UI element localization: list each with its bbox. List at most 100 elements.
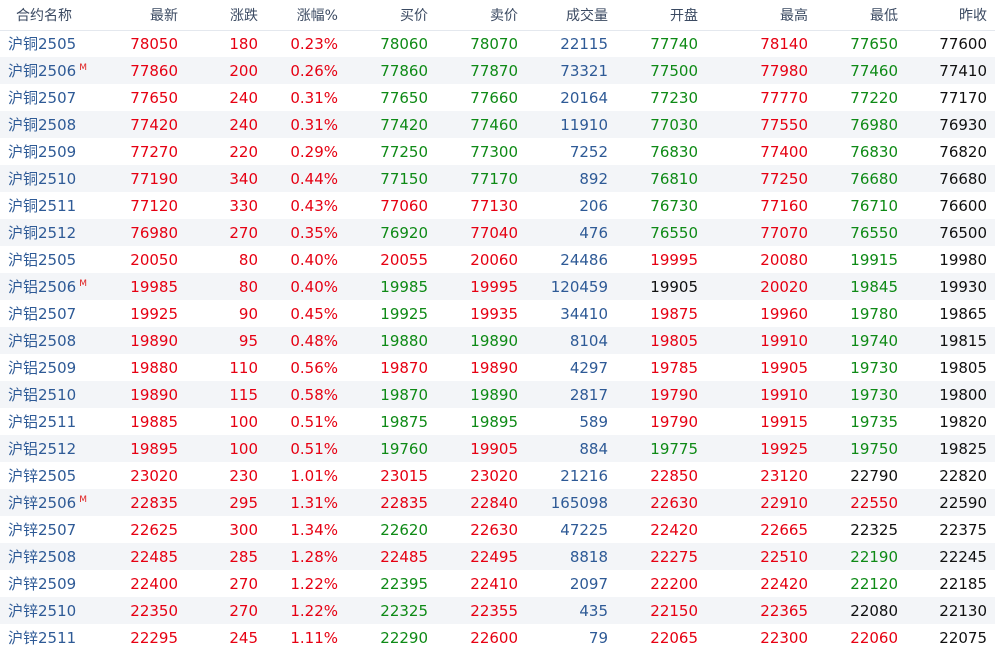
contract-name-cell[interactable]: 沪铜2511 bbox=[0, 192, 110, 219]
table-row[interactable]: 沪锌2507 22625 300 1.34% 22620 22630 47225 22420 2… bbox=[0, 516, 995, 543]
contract-name: 沪铝2511 bbox=[8, 413, 77, 431]
change-cell: 200 bbox=[186, 57, 266, 84]
ask-cell: 77660 bbox=[470, 88, 518, 107]
prev-close-cell: 22185 bbox=[939, 574, 987, 593]
table-row[interactable]: 沪铜2508 77420 240 0.31% 77420 77460 11910 77030 7… bbox=[0, 111, 995, 138]
change-cell: 180 bbox=[229, 34, 258, 53]
contract-name-cell[interactable]: 沪锌2511 bbox=[0, 624, 110, 651]
high-cell: 19910 bbox=[706, 381, 816, 408]
open-cell: 19875 bbox=[650, 304, 698, 323]
contract-name-cell[interactable]: 沪铜2509 bbox=[0, 138, 110, 165]
table-row[interactable]: 沪铝2506 M 19985 80 0.40% 19985 19995 120459 19905… bbox=[0, 273, 995, 300]
column-header-ask[interactable]: 卖价 bbox=[436, 0, 526, 31]
contract-name-cell[interactable]: 沪锌2508 bbox=[0, 543, 110, 570]
high-cell: 19905 bbox=[760, 358, 808, 377]
column-header-prev-close[interactable]: 昨收 bbox=[906, 0, 995, 31]
table-row[interactable]: 沪锌2508 22485 285 1.28% 22485 22495 8818 22275 22… bbox=[0, 543, 995, 570]
table-row[interactable]: 沪锌2505 23020 230 1.01% 23015 23020 21216 22850 2… bbox=[0, 462, 995, 489]
table-row[interactable]: 沪铝2507 19925 90 0.45% 19925 19935 34410 19875 19… bbox=[0, 300, 995, 327]
bid-cell: 76920 bbox=[346, 219, 436, 246]
table-row[interactable]: 沪铜2506 M 77860 200 0.26% 77860 77870 73321 77500… bbox=[0, 57, 995, 84]
column-header-low[interactable]: 最低 bbox=[816, 0, 906, 31]
contract-name-cell[interactable]: 沪铝2507 bbox=[0, 300, 110, 327]
table-row[interactable]: 沪铜2512 76980 270 0.35% 76920 77040 476 76550 770… bbox=[0, 219, 995, 246]
column-header-bid[interactable]: 买价 bbox=[346, 0, 436, 31]
column-header-open[interactable]: 开盘 bbox=[616, 0, 706, 31]
volume-cell: 589 bbox=[579, 412, 608, 431]
table-row[interactable]: 沪铝2512 19895 100 0.51% 19760 19905 884 19775 199… bbox=[0, 435, 995, 462]
prev-close-cell: 19825 bbox=[906, 435, 995, 462]
change-cell: 220 bbox=[229, 142, 258, 161]
contract-name-cell[interactable]: 沪铝2510 bbox=[0, 381, 110, 408]
contract-name-cell[interactable]: 沪锌2505 bbox=[0, 462, 110, 489]
contract-name-cell[interactable]: 沪铝2508 bbox=[0, 327, 110, 354]
contract-name-cell[interactable]: 沪锌2507 bbox=[0, 516, 110, 543]
contract-name-cell[interactable]: 沪锌2506 M bbox=[0, 489, 110, 516]
column-header-last[interactable]: 最新 bbox=[110, 0, 186, 31]
header-row: 合约名称 最新 涨跌 涨幅% 买价 卖价 成交量 开盘 最高 最低 昨收 bbox=[0, 0, 995, 31]
table-row[interactable]: 沪铝2505 20050 80 0.40% 20055 20060 24486 19995 20… bbox=[0, 246, 995, 273]
prev-close-cell: 76500 bbox=[906, 219, 995, 246]
change-cell: 285 bbox=[186, 543, 266, 570]
contract-name-cell[interactable]: 沪铝2512 bbox=[0, 435, 110, 462]
column-header-volume[interactable]: 成交量 bbox=[526, 0, 616, 31]
column-header-high[interactable]: 最高 bbox=[706, 0, 816, 31]
change-cell: 240 bbox=[229, 88, 258, 107]
change-cell: 115 bbox=[186, 381, 266, 408]
contract-name-cell[interactable]: 沪铝2505 bbox=[0, 246, 110, 273]
table-row[interactable]: 沪铝2509 19880 110 0.56% 19870 19890 4297 19785 19… bbox=[0, 354, 995, 381]
open-cell: 22630 bbox=[616, 489, 706, 516]
last-price-cell: 20050 bbox=[130, 250, 178, 269]
table-row[interactable]: 沪锌2509 22400 270 1.22% 22395 22410 2097 22200 22… bbox=[0, 570, 995, 597]
open-cell: 76550 bbox=[616, 219, 706, 246]
table-row[interactable]: 沪铜2505 78050 180 0.23% 78060 78070 22115 77740 7… bbox=[0, 30, 995, 57]
contract-name-cell[interactable]: 沪铜2505 bbox=[0, 30, 110, 57]
futures-quote-table: 合约名称 最新 涨跌 涨幅% 买价 卖价 成交量 开盘 最高 最低 昨收 沪铜2… bbox=[0, 0, 995, 651]
contract-name: 沪锌2510 bbox=[8, 602, 77, 620]
change-pct-cell: 0.44% bbox=[266, 165, 346, 192]
ask-cell: 22495 bbox=[436, 543, 526, 570]
table-row[interactable]: 沪铜2511 77120 330 0.43% 77060 77130 206 76730 771… bbox=[0, 192, 995, 219]
table-row[interactable]: 沪锌2506 M 22835 295 1.31% 22835 22840 165098 2263… bbox=[0, 489, 995, 516]
contract-name-cell[interactable]: 沪铝2509 bbox=[0, 354, 110, 381]
table-row[interactable]: 沪铝2511 19885 100 0.51% 19875 19895 589 19790 199… bbox=[0, 408, 995, 435]
change-pct-cell: 0.29% bbox=[290, 142, 338, 161]
ask-cell: 23020 bbox=[470, 466, 518, 485]
open-cell: 77500 bbox=[616, 57, 706, 84]
contract-name: 沪铝2505 bbox=[8, 251, 77, 269]
contract-name-cell[interactable]: 沪铜2506 M bbox=[0, 57, 110, 84]
prev-close-cell: 76600 bbox=[939, 196, 987, 215]
main-contract-badge: M bbox=[79, 279, 87, 289]
volume-cell: 22115 bbox=[560, 34, 608, 53]
contract-name-cell[interactable]: 沪铜2512 bbox=[0, 219, 110, 246]
last-price-cell: 22400 bbox=[130, 574, 178, 593]
bid-cell: 19870 bbox=[346, 381, 436, 408]
contract-name: 沪铝2509 bbox=[8, 359, 77, 377]
column-header-contract[interactable]: 合约名称 bbox=[0, 0, 110, 31]
low-cell: 22790 bbox=[850, 466, 898, 485]
contract-name-cell[interactable]: 沪铜2507 bbox=[0, 84, 110, 111]
table-row[interactable]: 沪铝2508 19890 95 0.48% 19880 19890 8104 19805 199… bbox=[0, 327, 995, 354]
table-row[interactable]: 沪铜2509 77270 220 0.29% 77250 77300 7252 76830 77… bbox=[0, 138, 995, 165]
contract-name-cell[interactable]: 沪铝2506 M bbox=[0, 273, 110, 300]
volume-cell: 24486 bbox=[560, 250, 608, 269]
change-pct-cell: 0.31% bbox=[266, 111, 346, 138]
table-row[interactable]: 沪锌2511 22295 245 1.11% 22290 22600 79 22065 2230… bbox=[0, 624, 995, 651]
last-price-cell: 19880 bbox=[130, 358, 178, 377]
contract-name-cell[interactable]: 沪锌2509 bbox=[0, 570, 110, 597]
table-row[interactable]: 沪铝2510 19890 115 0.58% 19870 19890 2817 19790 19… bbox=[0, 381, 995, 408]
column-header-change[interactable]: 涨跌 bbox=[186, 0, 266, 31]
high-cell: 22300 bbox=[760, 628, 808, 647]
table-row[interactable]: 沪铜2510 77190 340 0.44% 77150 77170 892 76810 772… bbox=[0, 165, 995, 192]
last-price-cell: 19895 bbox=[110, 435, 186, 462]
table-row[interactable]: 沪铜2507 77650 240 0.31% 77650 77660 20164 77230 7… bbox=[0, 84, 995, 111]
contract-name-cell[interactable]: 沪铜2508 bbox=[0, 111, 110, 138]
prev-close-cell: 77600 bbox=[939, 34, 987, 53]
contract-name-cell[interactable]: 沪铝2511 bbox=[0, 408, 110, 435]
prev-close-cell: 22590 bbox=[906, 489, 995, 516]
contract-name-cell[interactable]: 沪铜2510 bbox=[0, 165, 110, 192]
contract-name-cell[interactable]: 沪锌2510 bbox=[0, 597, 110, 624]
column-header-change-pct[interactable]: 涨幅% bbox=[266, 0, 346, 31]
table-row[interactable]: 沪锌2510 22350 270 1.22% 22325 22355 435 22150 223… bbox=[0, 597, 995, 624]
ask-cell: 22410 bbox=[470, 574, 518, 593]
